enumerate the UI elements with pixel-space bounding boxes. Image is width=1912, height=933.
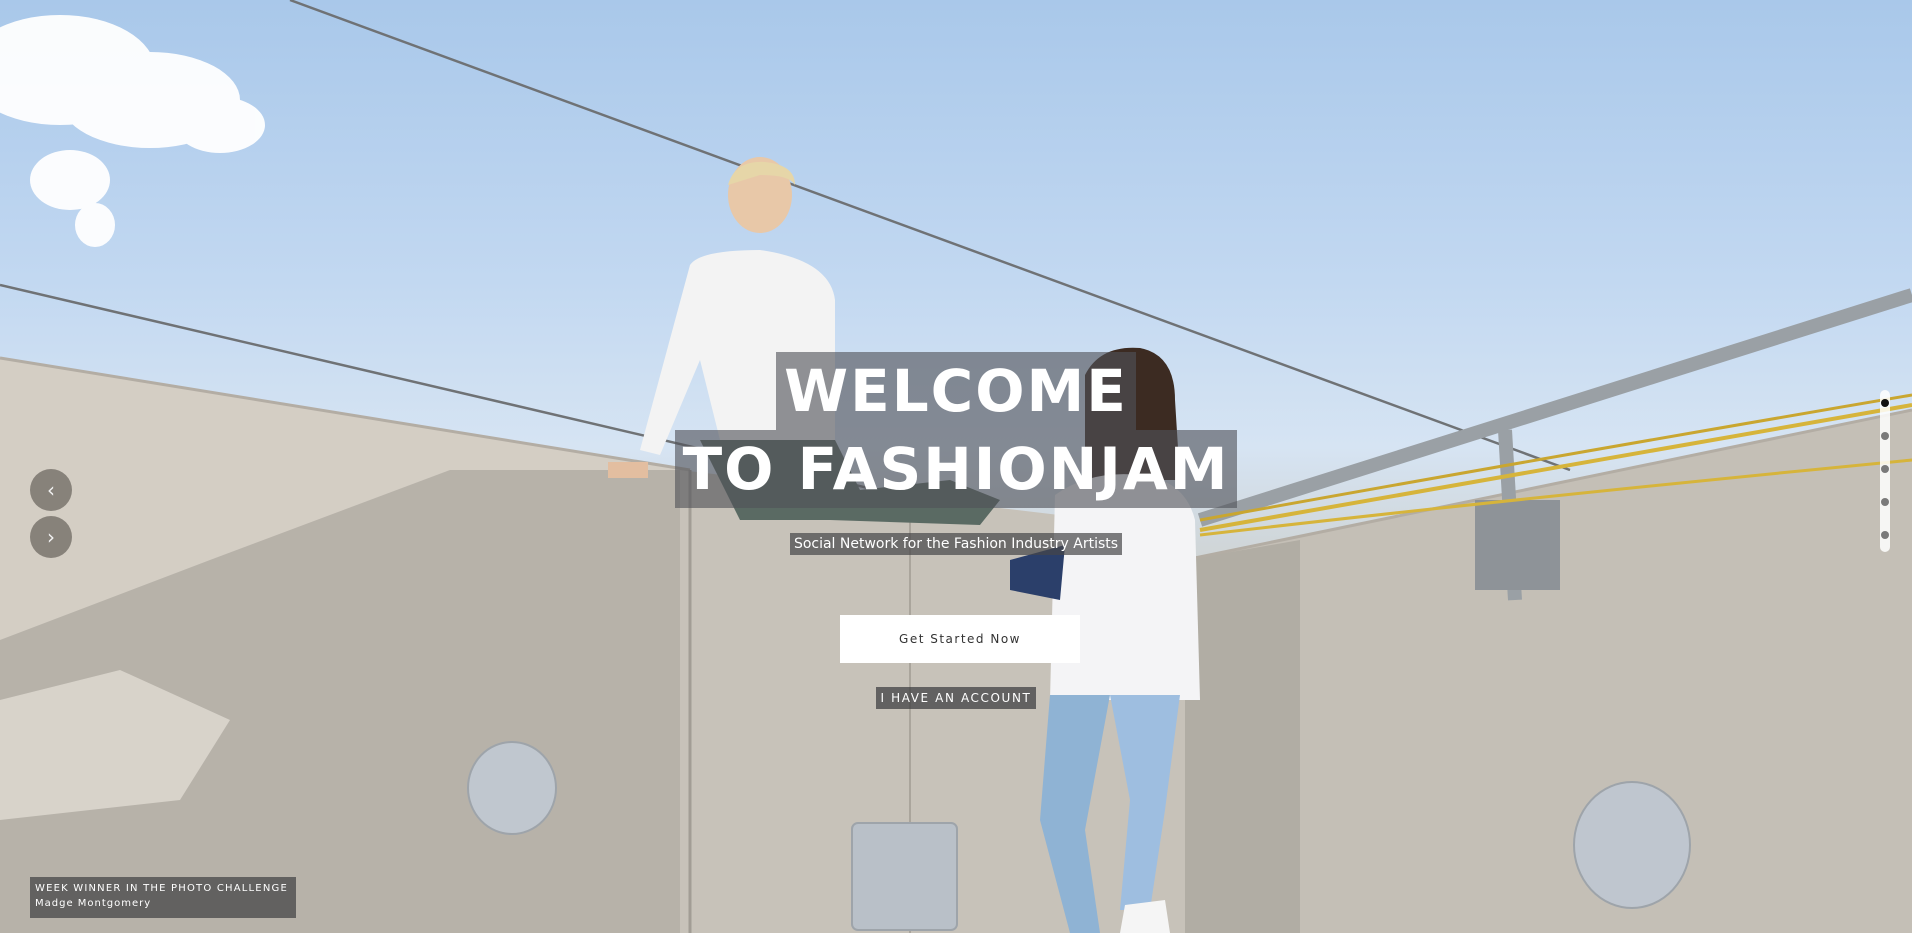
- have-account-link[interactable]: I HAVE AN ACCOUNT: [875, 687, 1037, 709]
- get-started-button[interactable]: Get Started Now: [840, 615, 1080, 663]
- carousel-dot[interactable]: [1881, 531, 1889, 539]
- carousel-pagination: [1880, 390, 1890, 552]
- hero-subtitle-wrap: Social Network for the Fashion Industry …: [0, 533, 1912, 555]
- hero-section: WELCOME TO FASHIONJAM Social Network for…: [0, 0, 1912, 933]
- week-winner-name: Madge Montgomery: [35, 898, 152, 909]
- week-winner-label: WEEK WINNER IN THE PHOTO CHALLENGE: [35, 883, 288, 894]
- hero-subtitle: Social Network for the Fashion Industry …: [789, 533, 1123, 555]
- week-winner-badge[interactable]: WEEK WINNER IN THE PHOTO CHALLENGE Madge…: [30, 877, 296, 918]
- carousel-next-button[interactable]: ›: [30, 516, 72, 558]
- hero-title-line-1: WELCOME: [776, 352, 1136, 430]
- chevron-right-icon: ›: [47, 525, 55, 549]
- carousel-dot[interactable]: [1881, 465, 1889, 473]
- cloud: [0, 15, 265, 247]
- account-link-wrap: I HAVE AN ACCOUNT: [0, 687, 1912, 709]
- carousel-prev-button[interactable]: ‹: [30, 469, 72, 511]
- carousel-dot[interactable]: [1881, 399, 1889, 407]
- carousel-dot[interactable]: [1881, 432, 1889, 440]
- carousel-dot[interactable]: [1881, 498, 1889, 506]
- chevron-left-icon: ‹: [47, 478, 55, 502]
- hero-title: WELCOME TO FASHIONJAM: [0, 352, 1912, 508]
- hero-title-line-2: TO FASHIONJAM: [674, 430, 1238, 508]
